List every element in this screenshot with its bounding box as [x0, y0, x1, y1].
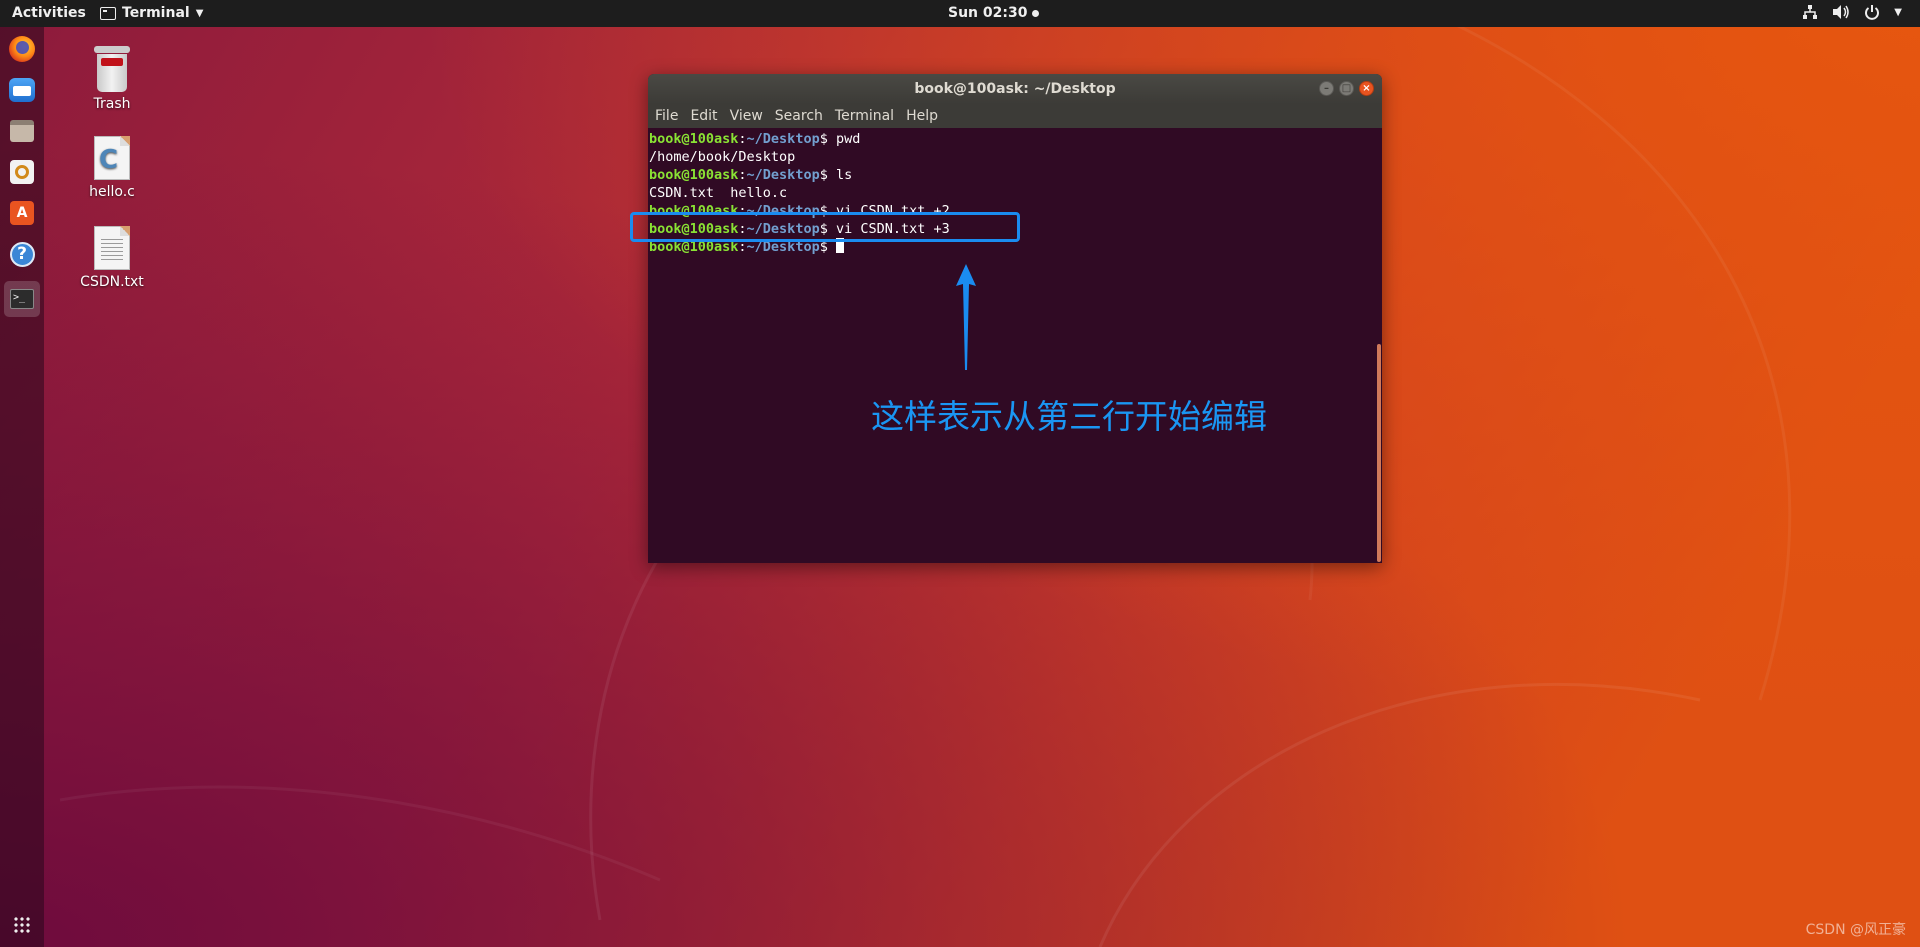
- terminal-icon: >_: [10, 289, 34, 309]
- chevron-down-icon: ▼: [1894, 6, 1902, 18]
- chevron-down-icon: ▼: [195, 7, 204, 19]
- terminal-line: book@100ask:~/Desktop$ pwd: [649, 131, 861, 147]
- clock[interactable]: Sun 02:30: [948, 5, 1040, 21]
- menu-help[interactable]: Help: [906, 104, 938, 128]
- files-icon: [10, 120, 34, 142]
- maximize-button[interactable]: □: [1339, 81, 1354, 96]
- highlight-box: [630, 212, 1020, 242]
- minimize-button[interactable]: –: [1319, 81, 1334, 96]
- prompt-path: ~/Desktop: [746, 167, 820, 183]
- network-icon[interactable]: [1802, 4, 1818, 20]
- app-menu[interactable]: Terminal ▼: [100, 5, 203, 21]
- firefox-icon: [9, 36, 35, 62]
- trash-icon: [94, 46, 130, 92]
- terminal-line: /home/book/Desktop: [649, 149, 796, 165]
- desktop-icon-trash[interactable]: Trash: [67, 46, 157, 112]
- c-source-file-icon: C: [94, 136, 130, 180]
- desktop-icon-label: hello.c: [89, 184, 135, 200]
- show-applications-icon[interactable]: [13, 916, 31, 934]
- prompt-user: book@100ask: [649, 131, 739, 147]
- dock-rhythmbox[interactable]: [4, 154, 40, 190]
- desktop-icon-label: CSDN.txt: [80, 274, 144, 290]
- notification-dot-icon: [1032, 9, 1040, 17]
- thunderbird-icon: [9, 78, 35, 102]
- dock-terminal[interactable]: >_: [4, 281, 40, 317]
- terminal-line: book@100ask:~/Desktop$ ls: [649, 167, 853, 183]
- dock-help[interactable]: ?: [4, 236, 40, 272]
- text-file-icon: [94, 226, 130, 270]
- app-menu-label: Terminal: [122, 5, 190, 21]
- prompt-path: ~/Desktop: [746, 131, 820, 147]
- annotation-text: 这样表示从第三行开始编辑: [871, 397, 1267, 436]
- prompt-user: book@100ask: [649, 167, 739, 183]
- desktop-icon-hello-c[interactable]: C hello.c: [67, 136, 157, 200]
- menu-file[interactable]: File: [655, 104, 678, 128]
- top-bar: Activities Terminal ▼ Sun 02:30 ▼: [0, 0, 1920, 27]
- terminal-menubar: File Edit View Search Terminal Help: [648, 104, 1382, 128]
- terminal-output[interactable]: book@100ask:~/Desktop$ pwd/home/book/Des…: [648, 128, 1370, 563]
- terminal-window[interactable]: book@100ask: ~/Desktop – □ × File Edit V…: [648, 74, 1382, 563]
- volume-icon[interactable]: [1832, 4, 1850, 20]
- watermark: CSDN @风正豪: [1805, 922, 1906, 938]
- menu-search[interactable]: Search: [775, 104, 823, 128]
- command-text: pwd: [827, 131, 861, 147]
- desktop-icon-csdn-txt[interactable]: CSDN.txt: [67, 226, 157, 290]
- software-center-icon: A: [10, 201, 34, 225]
- terminal-icon: [100, 6, 116, 20]
- menu-view[interactable]: View: [730, 104, 763, 128]
- dock-firefox[interactable]: [4, 31, 40, 67]
- menu-terminal[interactable]: Terminal: [835, 104, 894, 128]
- help-icon: ?: [9, 241, 35, 267]
- system-tray[interactable]: ▼: [1802, 4, 1902, 20]
- command-text: ls: [827, 167, 853, 183]
- power-icon[interactable]: [1864, 4, 1880, 20]
- close-button[interactable]: ×: [1359, 81, 1374, 96]
- rhythmbox-icon: [10, 160, 34, 184]
- desktop-icon-label: Trash: [93, 96, 131, 112]
- window-titlebar[interactable]: book@100ask: ~/Desktop – □ ×: [648, 74, 1382, 104]
- dock: A ? >_: [0, 27, 44, 947]
- up-arrow-icon: [956, 264, 976, 370]
- dock-files[interactable]: [4, 113, 40, 149]
- scrollbar-thumb[interactable]: [1377, 344, 1381, 562]
- menu-edit[interactable]: Edit: [690, 104, 717, 128]
- dock-software[interactable]: A: [4, 195, 40, 231]
- terminal-line: CSDN.txt hello.c: [649, 185, 788, 201]
- activities-button[interactable]: Activities: [12, 5, 86, 21]
- dock-thunderbird[interactable]: [4, 72, 40, 108]
- clock-label: Sun 02:30: [948, 5, 1028, 21]
- window-title: book@100ask: ~/Desktop: [914, 81, 1116, 97]
